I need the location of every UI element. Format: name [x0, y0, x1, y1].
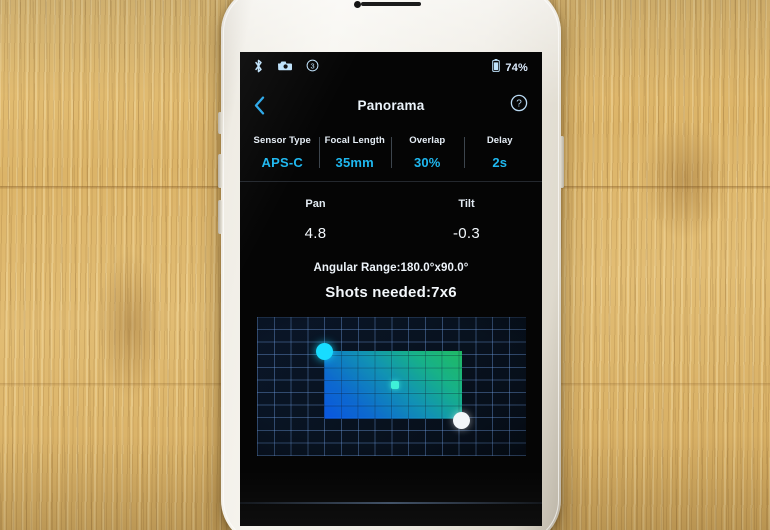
- connection-count-icon: 3: [306, 59, 319, 77]
- earpiece-speaker: [361, 2, 421, 6]
- shots-needed-text: Shots needed:7x6: [325, 284, 457, 301]
- angular-range-text: Angular Range:180.0°x90.0°: [313, 262, 469, 274]
- status-bar-left-icons: 3: [254, 59, 319, 78]
- volume-up-button[interactable]: [218, 154, 222, 188]
- screenshot-root: 3 74% Panorama ? Sensor Type APS-C Focal…: [0, 0, 770, 530]
- setting-value: 2s: [492, 155, 508, 170]
- phone-screen: 3 74% Panorama ? Sensor Type APS-C Focal…: [240, 52, 542, 526]
- panorama-grid-canvas[interactable]: [256, 317, 526, 456]
- help-circle-icon: ?: [510, 94, 528, 111]
- wood-knot: [640, 120, 730, 240]
- center-position-marker: [390, 381, 399, 389]
- settings-row: Sensor Type APS-C Focal Length 35mm Over…: [240, 126, 542, 182]
- svg-text:3: 3: [310, 61, 314, 70]
- setting-label: Sensor Type: [253, 135, 311, 146]
- pan-value: 4.8: [304, 225, 327, 242]
- tilt-value: -0.3: [452, 225, 481, 242]
- battery-icon: [492, 59, 501, 77]
- status-bar-right-group: 74%: [492, 59, 528, 77]
- setting-label: Overlap: [409, 135, 446, 146]
- setting-label: Focal Length: [324, 135, 385, 146]
- panorama-info: Angular Range:180.0°x90.0° Shots needed:…: [240, 262, 542, 301]
- start-point-handle[interactable]: [315, 343, 333, 360]
- bluetooth-icon: [254, 59, 263, 78]
- volume-down-button[interactable]: [218, 200, 222, 234]
- help-button[interactable]: ?: [510, 94, 528, 117]
- pan-readout: Pan 4.8: [240, 198, 391, 242]
- setting-focal-length[interactable]: Focal Length 35mm: [318, 134, 392, 170]
- pan-label: Pan: [305, 198, 326, 210]
- status-bar: 3 74%: [240, 52, 542, 84]
- setting-value: 30%: [413, 155, 441, 170]
- bottom-divider: [240, 502, 542, 504]
- power-button[interactable]: [560, 136, 564, 188]
- setting-value: APS-C: [261, 155, 303, 170]
- mute-switch[interactable]: [218, 112, 222, 134]
- setting-overlap[interactable]: Overlap 30%: [391, 134, 464, 170]
- svg-text:?: ?: [516, 98, 522, 109]
- setting-sensor-type[interactable]: Sensor Type APS-C: [246, 134, 319, 170]
- end-point-handle[interactable]: [452, 412, 470, 429]
- setting-label: Delay: [486, 135, 513, 146]
- page-title: Panorama: [357, 97, 425, 113]
- camera-device-icon: [277, 59, 292, 77]
- pan-tilt-readout: Pan 4.8 Tilt -0.3: [240, 182, 542, 242]
- phone-device: 3 74% Panorama ? Sensor Type APS-C Focal…: [218, 0, 564, 530]
- setting-value: 35mm: [335, 155, 374, 170]
- battery-percentage: 74%: [505, 62, 528, 74]
- navigation-bar: Panorama ?: [240, 84, 542, 126]
- wood-knot: [95, 250, 165, 400]
- setting-delay[interactable]: Delay 2s: [463, 134, 537, 170]
- tilt-readout: Tilt -0.3: [391, 198, 542, 242]
- tilt-label: Tilt: [458, 198, 475, 210]
- front-camera: [354, 1, 361, 8]
